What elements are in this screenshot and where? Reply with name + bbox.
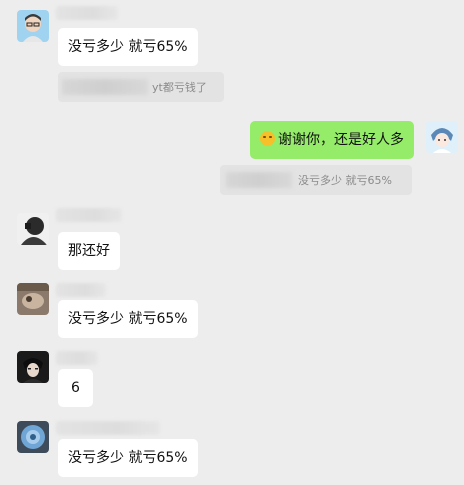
- crying-laughing-emoji-icon: [260, 131, 275, 146]
- sender-name: [56, 351, 98, 365]
- avatar[interactable]: [17, 10, 49, 42]
- avatar[interactable]: [17, 351, 49, 383]
- sender-name: [56, 208, 122, 222]
- avatar[interactable]: [17, 213, 49, 245]
- avatar[interactable]: [17, 283, 49, 315]
- message-text: 谢谢你，还是好人多: [278, 132, 404, 148]
- photo-avatar-icon: [17, 421, 49, 453]
- quoted-message[interactable]: 没亏多少 就亏65%: [220, 165, 412, 195]
- sender-name: [56, 283, 106, 297]
- message-bubble[interactable]: 没亏多少 就亏65%: [58, 439, 198, 477]
- photo-avatar-icon: [17, 283, 49, 315]
- message-bubble[interactable]: 6: [58, 369, 93, 407]
- quoted-message[interactable]: yt都亏钱了: [58, 72, 224, 102]
- photo-avatar-icon: [17, 213, 49, 245]
- message-bubble[interactable]: 没亏多少 就亏65%: [58, 28, 198, 66]
- my-message-bubble[interactable]: 谢谢你，还是好人多: [250, 121, 414, 159]
- message-bubble[interactable]: 没亏多少 就亏65%: [58, 300, 198, 338]
- message-text: 那还好: [68, 243, 110, 259]
- message-bubble[interactable]: 那还好: [58, 232, 120, 270]
- quote-text: yt都亏钱了: [152, 81, 207, 94]
- message-text: 没亏多少 就亏65%: [68, 311, 188, 327]
- message-text: 6: [71, 380, 80, 396]
- message-text: 没亏多少 就亏65%: [68, 450, 188, 466]
- avatar[interactable]: [17, 421, 49, 453]
- quote-text: 没亏多少 就亏65%: [298, 174, 392, 187]
- message-text: 没亏多少 就亏65%: [68, 39, 188, 55]
- sender-name: [56, 421, 160, 435]
- anime-avatar-icon: [17, 351, 49, 383]
- anime-avatar-icon: [426, 121, 458, 153]
- sender-name: [56, 6, 118, 20]
- my-avatar[interactable]: [426, 121, 458, 153]
- cartoon-avatar-icon: [17, 10, 49, 42]
